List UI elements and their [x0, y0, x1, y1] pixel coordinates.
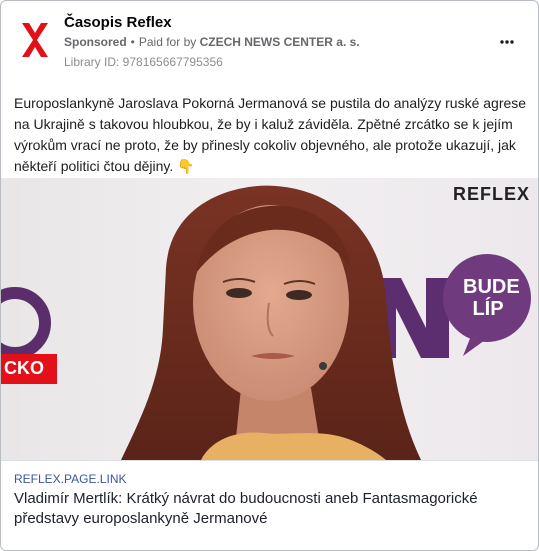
reflex-logo-icon [22, 23, 48, 57]
ad-image[interactable]: REFLEX CKO BUDE LÍP [1, 178, 538, 460]
post-text: Europoslankyně Jaroslava Pokorná Jermano… [14, 95, 527, 174]
ellipsis-icon [500, 40, 514, 44]
photo-illustration [1, 178, 538, 460]
paid-for-by-name: CZECH NEWS CENTER a. s. [199, 35, 360, 49]
reflex-watermark: REFLEX [452, 184, 530, 204]
badge-text-1: BUDE [463, 276, 520, 298]
link-domain[interactable]: reflex.page.link [14, 472, 126, 486]
link-preview[interactable]: reflex.page.link Vladimír Mertlík: Krátk… [1, 460, 538, 550]
sponsor-meta: Sponsored • Paid for by CZECH NEWS CENTER … [64, 35, 360, 49]
left-sign-text: CKO [4, 358, 44, 378]
paid-for-by-prefix: Paid for by [138, 35, 197, 49]
badge-text-2: LÍP [472, 298, 504, 320]
meta-separator: • [130, 35, 135, 49]
link-title[interactable]: Vladimír Mertlík: Krátký návrat do budou… [14, 489, 524, 529]
more-options-button[interactable] [491, 29, 523, 55]
page-name-link[interactable]: Časopis Reflex [64, 14, 172, 31]
ad-card: Časopis Reflex Sponsored • Paid for by CZE… [0, 0, 539, 551]
page-logo[interactable] [14, 15, 56, 65]
sponsored-label: Sponsored [64, 35, 127, 49]
library-id: Library ID: 978165667795356 [64, 55, 223, 69]
